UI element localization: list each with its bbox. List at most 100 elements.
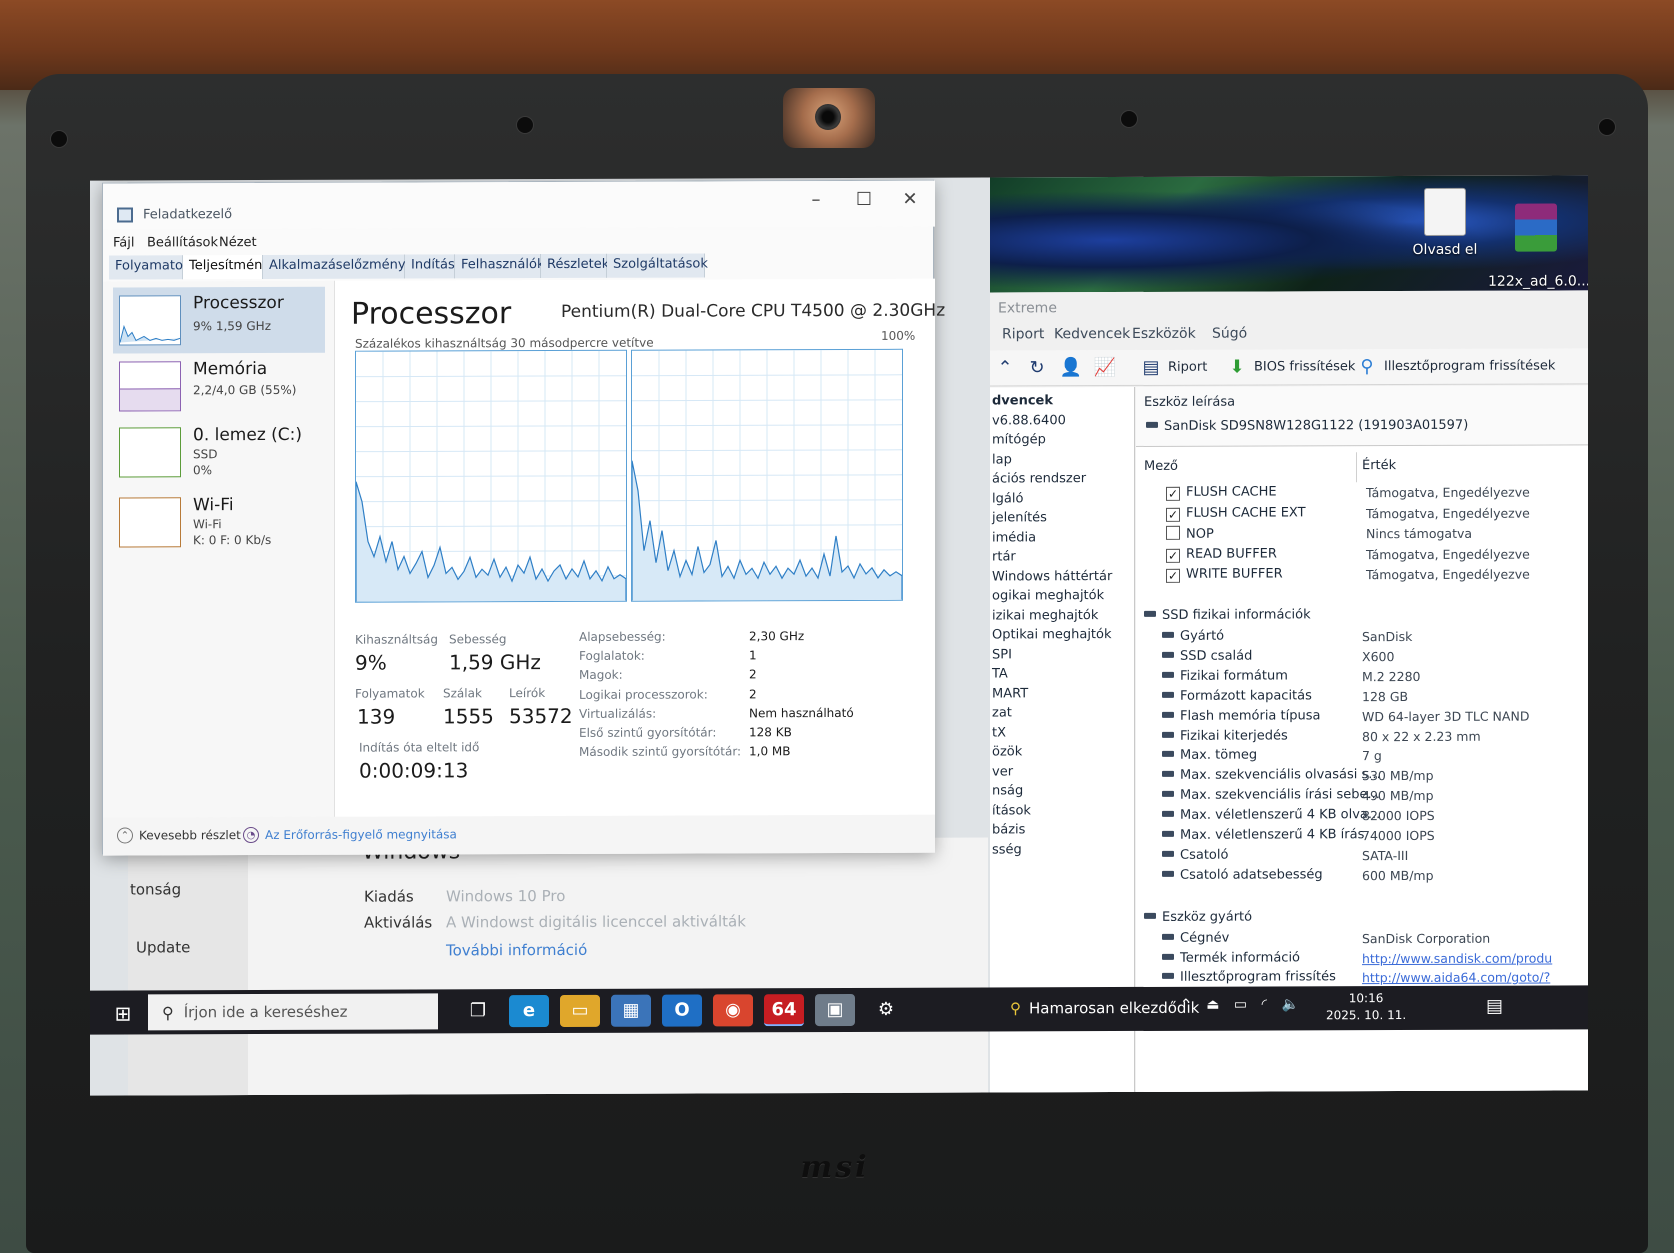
- section-header[interactable]: Eszköz gyártó: [1144, 910, 1252, 925]
- feature-row[interactable]: ✓ FLUSH CACHE: [1166, 484, 1277, 501]
- menu-kedvencek[interactable]: Kedvencek: [1054, 326, 1130, 342]
- maximize-button[interactable]: ☐: [841, 185, 887, 215]
- tree-item[interactable]: sség: [992, 842, 1022, 857]
- sidebar-item-disk[interactable]: 0. lemez (C:) SSD 0%: [113, 419, 325, 486]
- tree-item[interactable]: tX: [992, 725, 1006, 740]
- tree-item[interactable]: mítógép: [992, 432, 1046, 447]
- property-link[interactable]: http://www.aida64.com/goto/?: [1362, 970, 1550, 986]
- menu-beallitasok[interactable]: Beállítások: [147, 235, 218, 250]
- monitor-app-icon[interactable]: ▣: [815, 993, 855, 1027]
- outlook-icon[interactable]: O: [662, 994, 702, 1027]
- spec-label: Magok:: [579, 668, 623, 683]
- tree-item[interactable]: lap: [992, 452, 1012, 467]
- activation-label: Aktiválás: [364, 913, 433, 932]
- action-center-icon[interactable]: ▤: [1486, 996, 1503, 1017]
- tree-item[interactable]: TA: [992, 666, 1008, 681]
- tree-item[interactable]: ítások: [992, 803, 1031, 818]
- tree-item[interactable]: Optikai meghajtók: [992, 627, 1112, 642]
- menu-nezet[interactable]: Nézet: [219, 235, 257, 250]
- edge-icon[interactable]: e: [509, 995, 549, 1028]
- usb-device-icon[interactable]: ⏏: [1206, 997, 1219, 1013]
- task-manager-tabs: Folyamatok Teljesítmény Alkalmazáselőzmé…: [109, 253, 929, 280]
- cpu-spec-list: Alapsebesség: 2,30 GHz Foglalatok: 1 Magok: 2…: [579, 629, 919, 770]
- tree-item[interactable]: nság: [992, 783, 1023, 798]
- file-explorer-icon[interactable]: ▭: [560, 994, 600, 1027]
- tab-services[interactable]: Szolgáltatások: [607, 253, 708, 278]
- property-icon: [1162, 751, 1174, 758]
- desktop-icon-readme[interactable]: Olvasd el: [1400, 187, 1490, 258]
- memory-fill: [120, 388, 180, 411]
- report-button[interactable]: ▤ Riport: [1140, 356, 1207, 378]
- settings-gear-icon[interactable]: ⚙: [866, 994, 906, 1026]
- fewer-details-button[interactable]: ⌃ Kevesebb részlet: [117, 827, 241, 844]
- tree-item[interactable]: jelenítés: [992, 510, 1047, 525]
- sidebar-label: Memória: [193, 358, 268, 380]
- tab-processes[interactable]: Folyamatok: [109, 255, 190, 280]
- settings-nav-item[interactable]: Update: [136, 938, 190, 956]
- tree-item[interactable]: lgáló: [992, 491, 1023, 506]
- property-name: Max. szekvenciális írási sebe...: [1180, 787, 1380, 804]
- bezel-screw: [1120, 110, 1138, 128]
- taskbar-search-box[interactable]: ⚲ Írjon ide a kereséshez: [148, 993, 438, 1031]
- upcoming-notification[interactable]: ⚲ Hamarosan elkezdődik: [1010, 999, 1199, 1018]
- menu-eszkozok[interactable]: Eszközök: [1132, 326, 1196, 342]
- tab-users[interactable]: Felhasználók: [455, 254, 544, 279]
- tree-item[interactable]: v6.88.6400: [992, 413, 1066, 428]
- chart-button[interactable]: 📈: [1094, 356, 1116, 378]
- feature-row[interactable]: NOP: [1166, 525, 1214, 542]
- system-tray: ⌃ ⏏ ▭ ◜ 🔈: [1180, 996, 1299, 1012]
- store-icon[interactable]: ▦: [611, 994, 651, 1027]
- tab-details[interactable]: Részletek: [541, 253, 609, 279]
- task-view-icon[interactable]: ❐: [458, 995, 498, 1027]
- battery-icon[interactable]: ▭: [1234, 997, 1247, 1013]
- close-button[interactable]: ✕: [887, 185, 933, 215]
- tree-item[interactable]: SPI: [992, 647, 1012, 662]
- tab-startup[interactable]: Indítás: [405, 254, 455, 279]
- bios-updates-button[interactable]: ⬇ BIOS frissítések: [1226, 355, 1355, 377]
- driver-updates-button[interactable]: ⚲ Illesztőprogram frissítések: [1356, 354, 1555, 377]
- tree-item[interactable]: Windows háttértár: [992, 569, 1112, 584]
- sidebar-item-wifi[interactable]: Wi-Fi Wi-Fi K: 0 F: 0 Kb/s: [113, 489, 325, 556]
- up-button[interactable]: ⌃: [994, 356, 1016, 378]
- spec-label: Első szintű gyorsítótár:: [579, 725, 717, 740]
- feature-row[interactable]: ✓ FLUSH CACHE EXT: [1166, 505, 1306, 522]
- menu-sugo[interactable]: Súgó: [1212, 326, 1247, 342]
- tree-item[interactable]: ver: [992, 764, 1013, 779]
- aida64-icon[interactable]: 64: [764, 994, 804, 1027]
- open-resource-monitor-link[interactable]: ◔ Az Erőforrás-figyelő megnyitása: [243, 826, 457, 844]
- feature-row[interactable]: ✓ WRITE BUFFER: [1166, 567, 1283, 584]
- tree-item[interactable]: ációs rendszer: [992, 471, 1086, 486]
- tree-item[interactable]: dvencek: [992, 393, 1053, 408]
- tree-item[interactable]: özök: [992, 744, 1022, 759]
- feature-row[interactable]: ✓ READ BUFFER: [1166, 546, 1277, 563]
- taskbar-clock[interactable]: 10:16 2025. 10. 11.: [1326, 990, 1406, 1024]
- tab-performance[interactable]: Teljesítmény: [183, 255, 270, 280]
- tree-item[interactable]: zat: [992, 705, 1012, 720]
- more-info-link[interactable]: További információ: [446, 941, 587, 959]
- user-button[interactable]: 👤: [1060, 356, 1082, 378]
- tree-item[interactable]: MART: [992, 686, 1028, 701]
- volume-icon[interactable]: 🔈: [1281, 996, 1298, 1012]
- tree-item[interactable]: bázis: [992, 822, 1025, 837]
- menu-riport[interactable]: Riport: [1002, 326, 1044, 342]
- settings-nav-item[interactable]: tonság: [130, 880, 181, 898]
- section-header[interactable]: SSD fizikai információk: [1144, 607, 1311, 623]
- sidebar-item-memory[interactable]: Memória 2,2/4,0 GB (55%): [113, 353, 325, 420]
- sidebar-item-cpu[interactable]: Processzor 9% 1,59 GHz: [113, 286, 325, 354]
- tree-item[interactable]: imédia: [992, 530, 1036, 545]
- tray-chevron-icon[interactable]: ⌃: [1180, 997, 1192, 1013]
- property-icon: [1162, 933, 1174, 940]
- refresh-button[interactable]: ↻: [1026, 356, 1048, 378]
- chrome-icon[interactable]: ◉: [713, 994, 753, 1027]
- tree-item[interactable]: izikai meghajtók: [992, 608, 1098, 623]
- start-button[interactable]: ⊞: [100, 998, 146, 1028]
- spec-value: 2,30 GHz: [749, 629, 805, 644]
- task-manager-app-icon: [117, 207, 133, 223]
- property-link[interactable]: http://www.sandisk.com/produ: [1362, 950, 1552, 966]
- tab-app-history[interactable]: Alkalmazáselőzmények: [263, 254, 421, 280]
- menu-fajl[interactable]: Fájl: [113, 235, 134, 250]
- tree-item[interactable]: ogikai meghajtók: [992, 588, 1104, 603]
- minimize-button[interactable]: –: [793, 185, 839, 215]
- tree-item[interactable]: rtár: [992, 549, 1016, 564]
- network-wifi-icon[interactable]: ◜: [1262, 997, 1267, 1013]
